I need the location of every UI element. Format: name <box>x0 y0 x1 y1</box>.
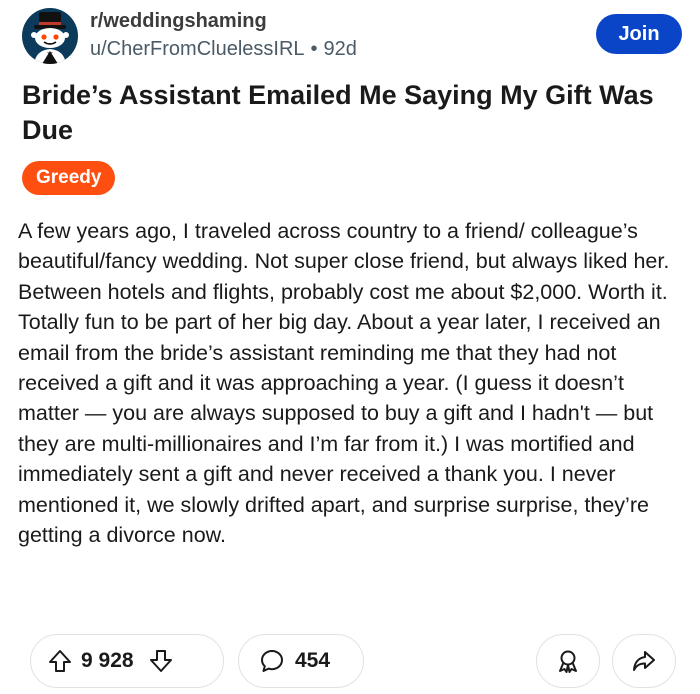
post-title[interactable]: Bride’s Assistant Emailed Me Saying My G… <box>22 78 672 148</box>
post-header: r/weddingshaming u/CherFromCluelessIRL • 9… <box>22 8 682 64</box>
post-age: 92d <box>323 38 357 60</box>
arrow-up-icon[interactable] <box>47 648 73 674</box>
author-name[interactable]: u/CherFromCluelessIRL <box>90 38 305 60</box>
post-flair[interactable]: Greedy <box>22 161 116 195</box>
comment-count: 454 <box>295 649 331 672</box>
meta-separator: • <box>310 38 318 60</box>
post-action-bar: 9 928 454 <box>30 634 686 690</box>
vote-count: 9 928 <box>81 649 134 672</box>
post-body: A few years ago, I traveled across count… <box>18 219 670 548</box>
subreddit-avatar-icon[interactable] <box>22 8 78 64</box>
award-button[interactable] <box>536 634 600 688</box>
post-meta: u/CherFromCluelessIRL • 92d <box>90 38 357 61</box>
award-ribbon-icon <box>555 648 581 674</box>
arrow-down-icon[interactable] <box>148 648 174 674</box>
speech-bubble-icon <box>259 648 285 674</box>
share-button[interactable] <box>612 634 676 688</box>
share-arrow-icon <box>631 648 657 674</box>
vote-control: 9 928 <box>30 634 224 688</box>
subreddit-name[interactable]: r/weddingshaming <box>90 10 267 33</box>
comments-button[interactable]: 454 <box>238 634 364 688</box>
join-button[interactable]: Join <box>596 14 682 54</box>
